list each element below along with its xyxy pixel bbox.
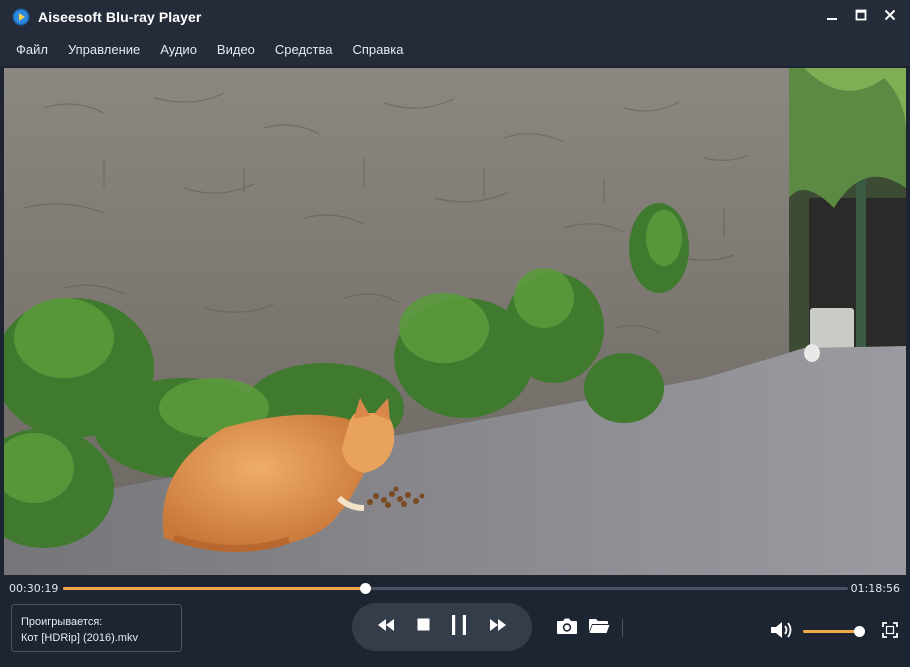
fast-forward-button[interactable] [489,618,507,637]
open-file-button[interactable] [588,617,610,640]
volume-handle[interactable] [853,626,865,637]
menu-control[interactable]: Управление [58,34,150,66]
menu-help[interactable]: Справка [343,34,414,66]
close-button[interactable] [875,4,904,30]
volume-slider[interactable] [803,626,865,637]
pause-icon [451,614,467,641]
play-disc-icon [12,8,30,26]
minimize-button[interactable] [817,4,846,30]
now-playing-label: Проигрывается: [21,616,103,628]
camera-icon [556,618,578,639]
now-playing-box: Проигрывается: Кот [HDRip] (2016).mkv [11,604,182,652]
video-frame [4,68,906,575]
maximize-icon [855,8,867,26]
title-bar: Aiseesoft Blu-ray Player [0,0,910,34]
seek-bar[interactable] [63,583,848,594]
toolbar-divider [622,619,623,637]
pause-button[interactable] [451,614,467,641]
snapshot-button[interactable] [556,617,578,640]
rewind-icon [377,618,395,637]
video-display[interactable] [4,68,906,575]
now-playing-file: Кот [HDRip] (2016).mkv [21,632,138,644]
volume-slider-fill [803,630,859,633]
fullscreen-icon [882,622,898,642]
fullscreen-button[interactable] [882,622,898,643]
stop-icon [417,618,430,636]
minimize-icon [826,8,838,26]
window-title: Aiseesoft Blu-ray Player [38,9,202,25]
menu-tools[interactable]: Средства [265,34,343,66]
transport-controls [352,603,532,651]
volume-button[interactable] [770,620,794,645]
volume-icon [770,622,794,644]
menu-bar: Файл Управление Аудио Видео Средства Спр… [0,34,910,66]
stop-button[interactable] [417,618,430,636]
seek-handle[interactable] [360,583,372,594]
progress-row: 00:30:19 01:18:56 [0,578,910,600]
current-time: 00:30:19 [9,582,59,595]
maximize-button[interactable] [846,4,875,30]
menu-file[interactable]: Файл [6,34,58,66]
window-controls [817,4,904,30]
close-icon [884,8,896,26]
seek-bar-fill [63,587,366,590]
menu-video[interactable]: Видео [207,34,265,66]
total-time: 01:18:56 [850,582,900,595]
fast-forward-icon [489,618,507,637]
rewind-button[interactable] [377,618,395,637]
folder-icon [588,619,610,639]
menu-audio[interactable]: Аудио [150,34,207,66]
